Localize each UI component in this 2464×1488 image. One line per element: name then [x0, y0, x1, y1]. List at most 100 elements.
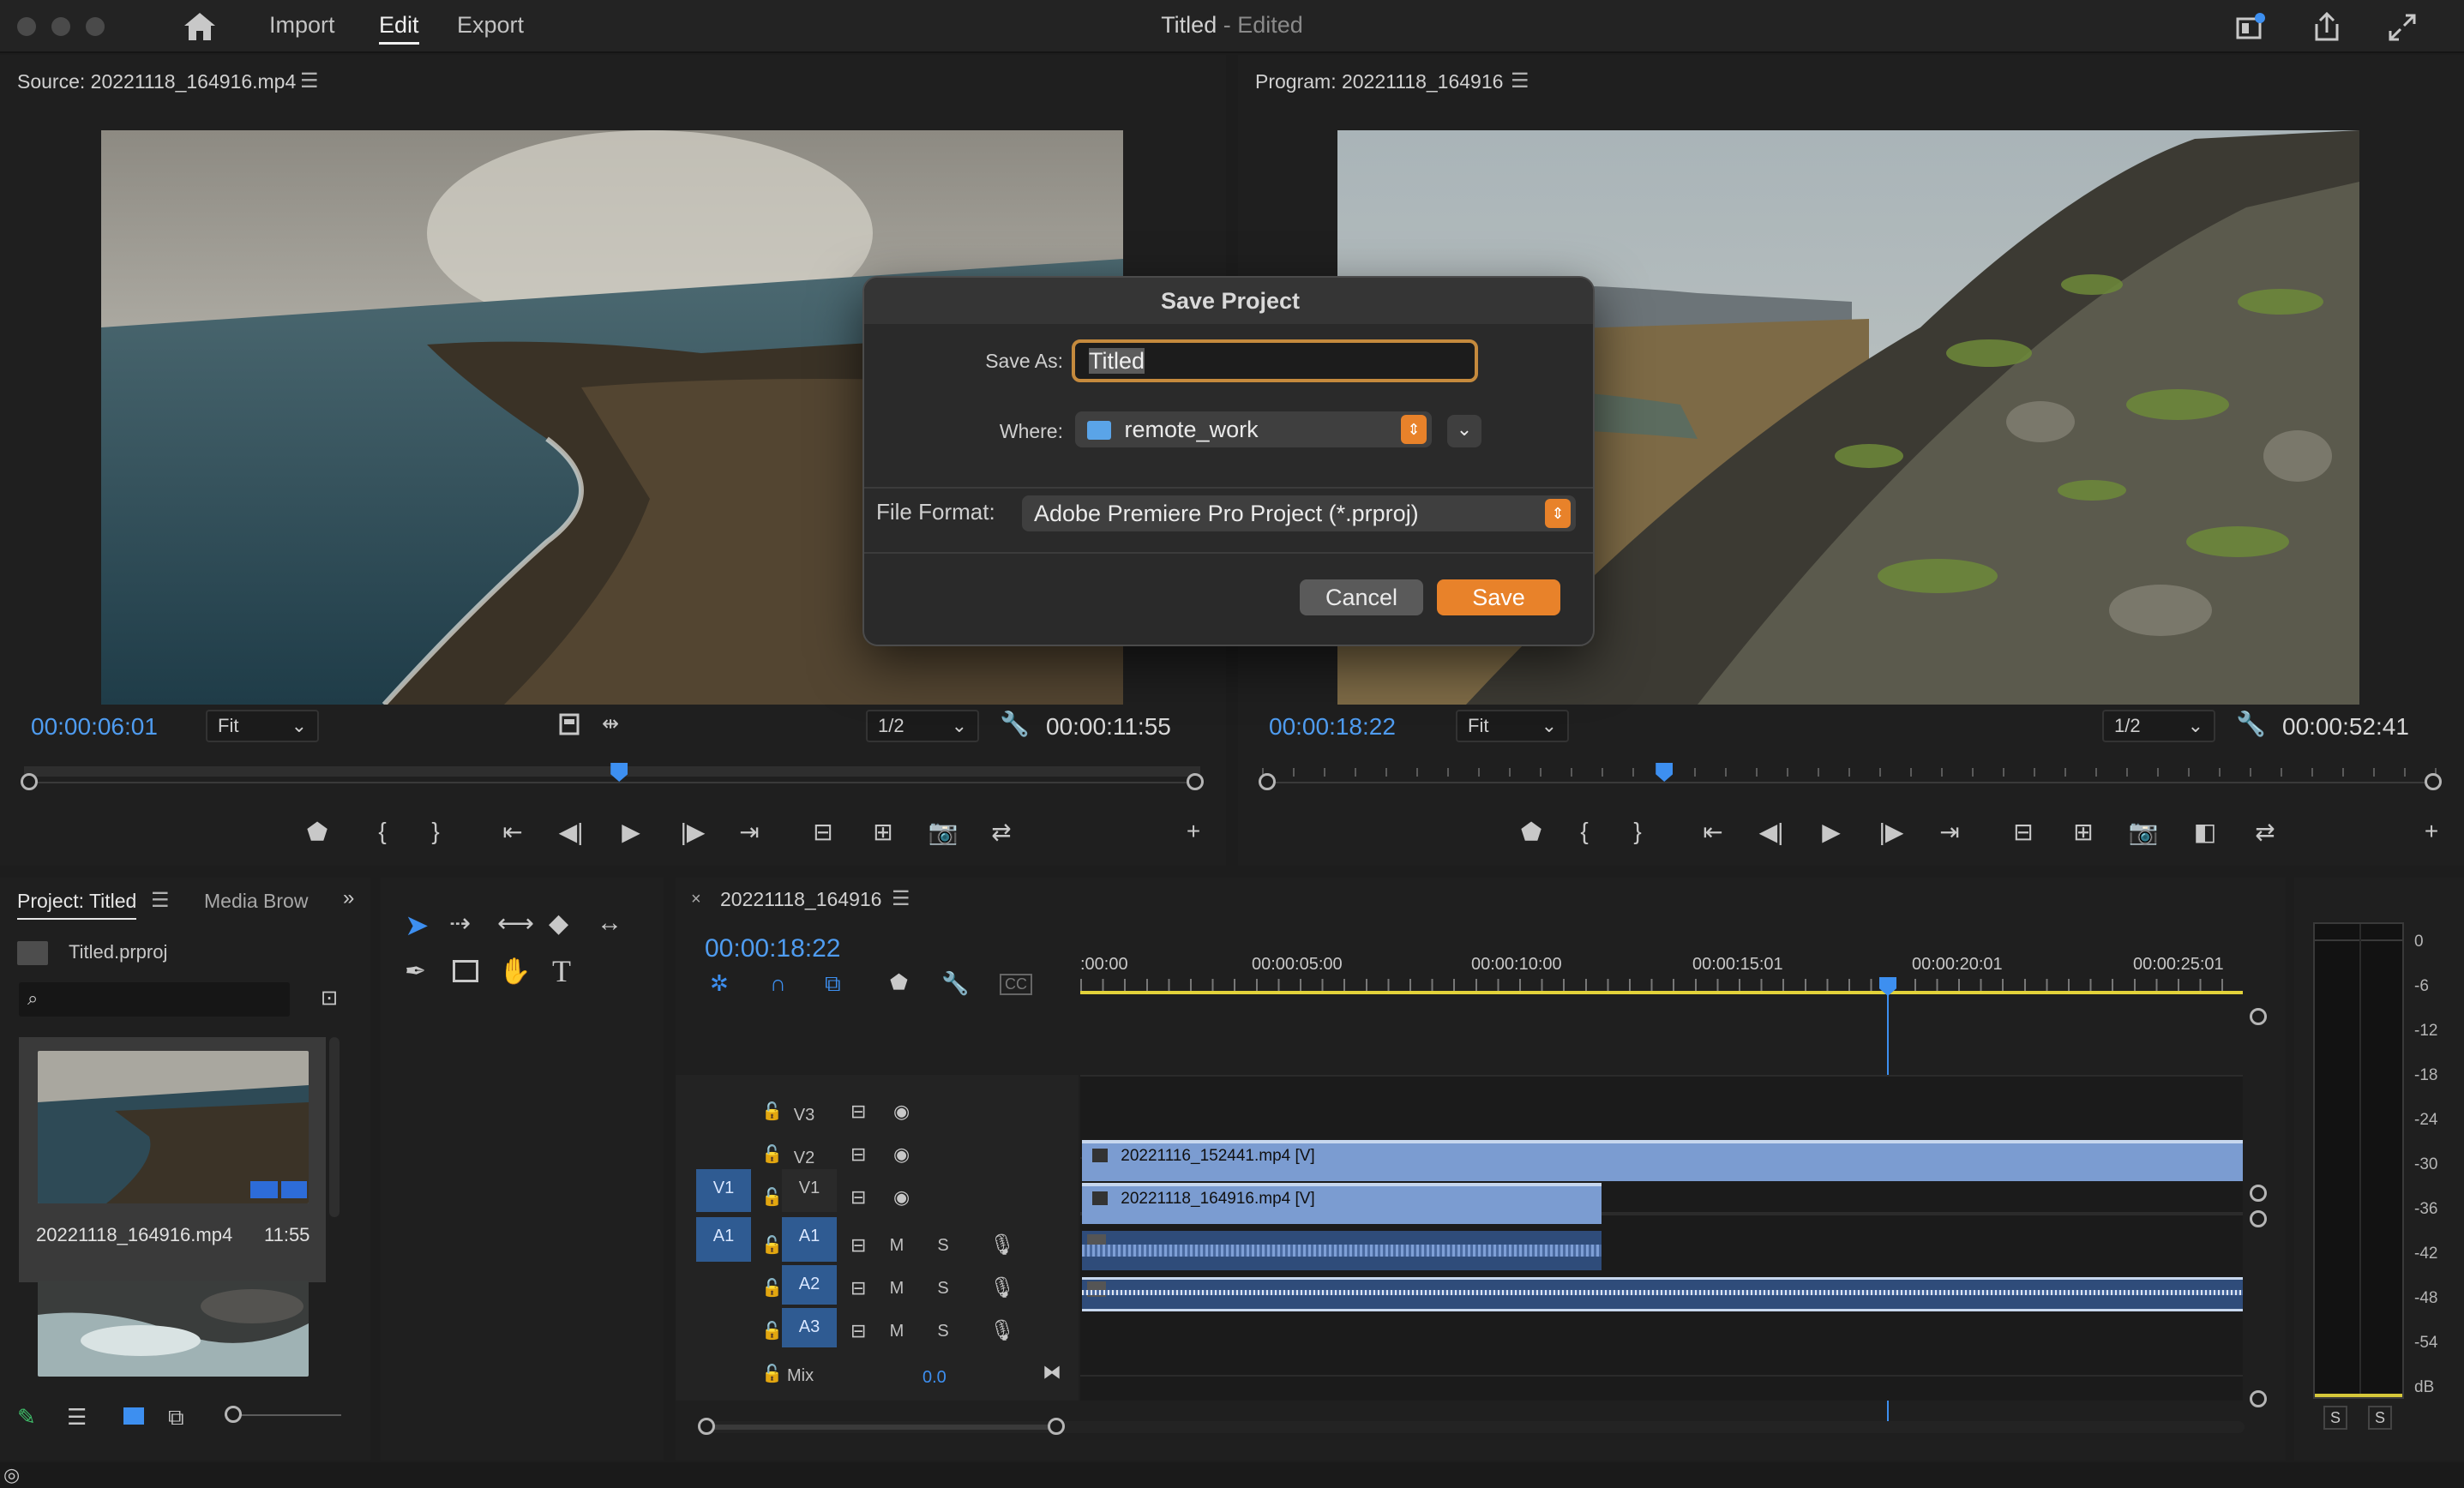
- slip-tool-icon[interactable]: ↔: [597, 909, 622, 938]
- camera-icon[interactable]: 📷: [926, 818, 960, 846]
- save-button[interactable]: Save: [1437, 579, 1560, 615]
- timeline-settings-icon[interactable]: 🔧: [941, 970, 969, 997]
- sync-lock-icon[interactable]: ⊟: [850, 1101, 866, 1123]
- sync-lock-icon[interactable]: ⊟: [850, 1186, 866, 1209]
- expand-chevron-button[interactable]: ⌄: [1447, 415, 1481, 447]
- linked-selection-icon[interactable]: ⧉: [825, 970, 841, 998]
- file-format-dropdown[interactable]: Adobe Premiere Pro Project (*.prproj) ⇕: [1022, 495, 1576, 531]
- razor-tool-icon[interactable]: ◆: [549, 909, 568, 939]
- panel-menu-icon[interactable]: ☰: [151, 888, 170, 913]
- go-to-in-icon[interactable]: ⇤: [496, 818, 530, 846]
- insert-arrows-icon[interactable]: ⇹: [602, 711, 619, 736]
- work-area-bar[interactable]: [1080, 991, 2243, 994]
- zoom-handle-left[interactable]: [1259, 773, 1276, 790]
- zoom-handle-right[interactable]: [2425, 773, 2442, 790]
- overwrite-icon[interactable]: ⊞: [866, 818, 900, 846]
- clip-a2[interactable]: [1082, 1277, 2243, 1311]
- project-item-selected[interactable]: 20221118_164916.mp4 11:55: [19, 1037, 326, 1282]
- cancel-button[interactable]: Cancel: [1300, 579, 1423, 615]
- step-back-icon[interactable]: ◀|: [554, 818, 588, 846]
- microphone-icon[interactable]: 🎙: [989, 1233, 1015, 1257]
- lift-icon[interactable]: ⊟: [2006, 818, 2040, 846]
- ripple-edit-tool-icon[interactable]: ⟷: [497, 909, 534, 939]
- clip-v2[interactable]: 20221116_152441.mp4 [V]: [1082, 1140, 2243, 1181]
- track-target-a1[interactable]: A1: [782, 1217, 837, 1262]
- play-icon[interactable]: ▶: [1814, 818, 1848, 846]
- mark-out-icon[interactable]: }: [418, 818, 453, 845]
- selection-tool-icon[interactable]: ➤: [405, 909, 430, 943]
- insert-icon[interactable]: ⊟: [806, 818, 840, 846]
- zoom-handle-left[interactable]: [21, 773, 38, 790]
- lock-icon[interactable]: 🔓: [761, 1143, 783, 1165]
- close-tab-icon[interactable]: ×: [691, 890, 701, 909]
- sync-lock-icon[interactable]: ⊟: [850, 1320, 866, 1342]
- mix-expand-icon[interactable]: ⧓: [1043, 1361, 1061, 1383]
- program-fit-dropdown[interactable]: Fit ⌄: [1456, 710, 1569, 742]
- project-scrollbar[interactable]: [329, 1037, 340, 1217]
- list-view-icon[interactable]: ☰: [67, 1404, 87, 1431]
- horizontal-scroll-thumb[interactable]: [705, 1425, 1056, 1430]
- save-as-input[interactable]: Titled: [1072, 339, 1478, 382]
- pencil-icon[interactable]: ✎: [17, 1404, 36, 1431]
- zoom-handle-right[interactable]: [1048, 1418, 1065, 1435]
- hand-tool-icon[interactable]: ✋: [499, 957, 531, 987]
- track-target-v1[interactable]: V1: [782, 1169, 837, 1212]
- compare-icon[interactable]: ◧: [2188, 818, 2222, 846]
- camera-icon[interactable]: 📷: [2126, 818, 2161, 846]
- clip-v1[interactable]: 20221118_164916.mp4 [V]: [1082, 1183, 1602, 1224]
- solo-button[interactable]: S: [933, 1322, 953, 1341]
- solo-button[interactable]: S: [933, 1236, 953, 1256]
- pen-tool-icon[interactable]: ✒: [405, 957, 426, 987]
- source-resolution-dropdown[interactable]: 1/2 ⌄: [866, 710, 979, 742]
- eye-icon[interactable]: ◉: [893, 1186, 910, 1209]
- eye-icon[interactable]: ◉: [893, 1143, 910, 1166]
- lock-icon[interactable]: 🔓: [761, 1277, 783, 1299]
- sequence-tab[interactable]: 20221118_164916: [720, 888, 881, 911]
- scroll-handle[interactable]: [2250, 1390, 2267, 1407]
- clip-a1[interactable]: [1082, 1231, 1602, 1270]
- mute-button[interactable]: M: [886, 1236, 907, 1256]
- project-item-thumbnail[interactable]: [38, 1281, 309, 1377]
- source-patch-a1[interactable]: A1: [696, 1217, 751, 1262]
- new-bin-search-icon[interactable]: ⊡: [321, 986, 338, 1011]
- zoom-handle-right[interactable]: [1187, 773, 1204, 790]
- panel-menu-icon[interactable]: ☰: [1511, 69, 1529, 93]
- lock-icon[interactable]: 🔓: [761, 1320, 783, 1341]
- step-forward-icon[interactable]: |▶: [1874, 818, 1908, 846]
- source-patch-v1[interactable]: V1: [696, 1169, 751, 1212]
- extract-icon[interactable]: ⊞: [2066, 818, 2100, 846]
- freeform-view-icon[interactable]: ⧉: [168, 1404, 184, 1431]
- source-playhead[interactable]: [610, 763, 628, 782]
- add-marker-icon[interactable]: ⬟: [1514, 818, 1548, 846]
- type-tool-icon[interactable]: T: [552, 953, 571, 989]
- source-scrubber[interactable]: [21, 763, 1204, 797]
- panel-menu-icon[interactable]: ☰: [892, 886, 910, 911]
- settings-film-icon[interactable]: [559, 713, 580, 735]
- source-timecode[interactable]: 00:00:06:01: [31, 713, 158, 741]
- fullscreen-icon[interactable]: [2385, 10, 2419, 45]
- lock-icon[interactable]: 🔓: [761, 1234, 783, 1256]
- mark-out-icon[interactable]: }: [1620, 818, 1655, 845]
- captions-icon[interactable]: CC: [1000, 974, 1032, 995]
- add-marker-icon[interactable]: ⬟: [890, 970, 908, 995]
- go-to-in-icon[interactable]: ⇤: [1696, 818, 1730, 846]
- track-lanes[interactable]: 20221116_152441.mp4 [V] 20221118_164916.…: [1080, 1075, 2243, 1401]
- lock-icon[interactable]: 🔓: [761, 1363, 783, 1384]
- track-select-tool-icon[interactable]: ⇢: [449, 909, 471, 939]
- lock-icon[interactable]: 🔓: [761, 1186, 783, 1208]
- program-resolution-dropdown[interactable]: 1/2 ⌄: [2102, 710, 2215, 742]
- timeline-timecode[interactable]: 00:00:18:22: [705, 934, 840, 963]
- sync-lock-icon[interactable]: ⊟: [850, 1277, 866, 1299]
- eye-icon[interactable]: ◉: [893, 1101, 910, 1123]
- add-button-icon[interactable]: +: [1176, 818, 1211, 845]
- source-fit-dropdown[interactable]: Fit ⌄: [206, 710, 319, 742]
- play-icon[interactable]: ▶: [614, 818, 648, 846]
- scroll-handle[interactable]: [2250, 1008, 2267, 1025]
- sync-lock-icon[interactable]: ⊟: [850, 1234, 866, 1257]
- solo-left-button[interactable]: S: [2323, 1406, 2347, 1430]
- time-ruler[interactable]: :00:00 00:00:05:00 00:00:10:00 00:00:15:…: [1080, 955, 2255, 1006]
- rectangle-tool-icon[interactable]: [453, 960, 478, 982]
- project-search-input[interactable]: ⌕: [19, 982, 290, 1017]
- snap-magnet-icon[interactable]: ∩: [770, 970, 786, 997]
- mute-button[interactable]: M: [886, 1322, 907, 1341]
